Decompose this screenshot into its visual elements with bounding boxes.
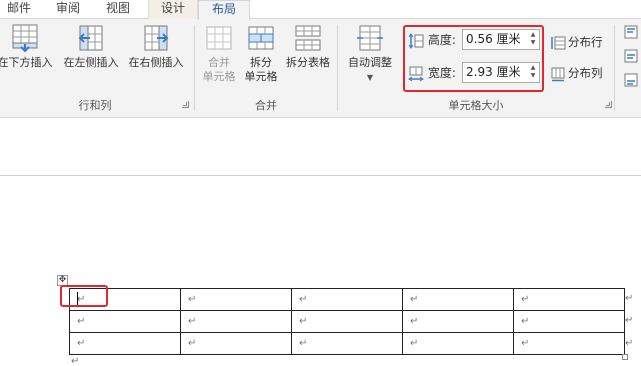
table-cell[interactable]: ↵ <box>513 332 625 355</box>
table-cell[interactable]: ↵ <box>180 332 292 355</box>
text-cursor <box>77 292 78 305</box>
split-cells-icon <box>248 26 274 50</box>
merge-cells-icon <box>206 26 232 50</box>
selected-cell-highlight-box <box>60 285 108 307</box>
table-cell[interactable]: ↵ <box>69 310 181 333</box>
paragraph-mark: ↵ <box>71 356 80 366</box>
table-cell[interactable]: ↵ <box>402 332 514 355</box>
distribute-rows-label: 分布行 <box>568 35 603 49</box>
autofit-label: 自动调整 <box>348 56 392 69</box>
row-end-mark: ↵ <box>625 315 634 326</box>
table-cell[interactable]: ↵ <box>291 288 403 311</box>
insert-left-label: 在左侧插入 <box>63 56 119 69</box>
distribute-cols-button[interactable]: 分布列 <box>550 65 603 82</box>
table-cell[interactable]: ↵ <box>180 288 292 311</box>
distribute-rows-icon <box>551 36 566 49</box>
table-resize-handle[interactable] <box>622 354 628 360</box>
table-cell[interactable]: ↵ <box>513 310 625 333</box>
ribbon-tab-bar: 邮件 审阅 视图 设计 布局 <box>0 0 641 20</box>
tab-review[interactable]: 审阅 <box>48 0 88 19</box>
tab-table-design[interactable]: 设计 <box>148 0 198 19</box>
cell-size-launcher-icon[interactable] <box>605 101 612 108</box>
split-cells-label-1: 拆分 <box>250 56 272 69</box>
row-end-mark: ↵ <box>625 338 634 349</box>
align-middle-icon[interactable] <box>624 49 638 63</box>
insert-right-icon <box>144 25 169 51</box>
merge-cells-button[interactable]: 合并 单元格 <box>198 23 240 84</box>
alignment-group-partial <box>620 23 641 117</box>
table-cell[interactable]: ↵ <box>291 310 403 333</box>
table-cell[interactable]: ↵ <box>291 332 403 355</box>
row-end-mark: ↵ <box>625 293 634 304</box>
distribute-rows-button[interactable]: 分布行 <box>550 34 603 51</box>
merge-cells-label-2: 单元格 <box>202 70 236 83</box>
table-cell[interactable]: ↵ <box>69 332 181 355</box>
split-table-label: 拆分表格 <box>286 56 330 69</box>
ribbon: 在下方插入 在左侧插入 在右侧插入 行和列 合并 单元格 拆分 单元格 拆分表格… <box>0 19 641 118</box>
split-table-icon <box>295 25 321 51</box>
rows-cols-launcher-icon[interactable] <box>182 101 189 108</box>
chevron-down-icon: ▼ <box>366 73 374 82</box>
document-table[interactable]: ↵ ↵ ↵ ↵ ↵ ↵ ↵ ↵ ↵ ↵ ↵ ↵ ↵ ↵ ↵ <box>69 288 625 355</box>
table-cell[interactable]: ↵ <box>513 288 625 311</box>
group-divider <box>614 25 615 111</box>
table-row: ↵ ↵ ↵ ↵ ↵ <box>69 332 625 355</box>
group-label-rows-cols: 行和列 <box>78 99 112 112</box>
table-cell[interactable]: ↵ <box>402 288 514 311</box>
insert-below-label: 在下方插入 <box>0 56 53 69</box>
insert-left-icon <box>78 25 103 51</box>
autofit-button[interactable]: 自动调整 ▼ <box>342 23 398 85</box>
split-table-button[interactable]: 拆分表格 <box>282 23 334 70</box>
table-row: ↵ ↵ ↵ ↵ ↵ <box>69 288 625 311</box>
distribute-columns-icon <box>551 67 565 81</box>
split-cells-button[interactable]: 拆分 单元格 <box>240 23 282 84</box>
tab-mailings[interactable]: 邮件 <box>0 0 38 19</box>
tab-view[interactable]: 视图 <box>98 0 138 19</box>
group-label-merge: 合并 <box>255 99 277 112</box>
distribute-cols-label: 分布列 <box>568 66 603 80</box>
insert-left-button[interactable]: 在左侧插入 <box>60 23 122 70</box>
table-cell[interactable]: ↵ <box>180 310 292 333</box>
group-divider <box>194 25 195 111</box>
insert-below-icon <box>12 24 38 53</box>
insert-right-button[interactable]: 在右侧插入 <box>124 23 188 70</box>
insert-right-label: 在右侧插入 <box>128 56 184 69</box>
group-label-cell-size: 单元格大小 <box>448 99 504 112</box>
table-row: ↵ ↵ ↵ ↵ ↵ <box>69 310 625 333</box>
cell-size-highlight-box <box>403 25 544 92</box>
tab-table-layout[interactable]: 布局 <box>198 0 250 20</box>
split-cells-label-2: 单元格 <box>244 70 278 83</box>
insert-below-button[interactable]: 在下方插入 <box>0 23 56 70</box>
merge-cells-label-1: 合并 <box>208 56 230 69</box>
autofit-icon <box>357 25 383 51</box>
group-divider <box>337 25 338 111</box>
align-bottom-icon[interactable] <box>624 73 638 87</box>
document-top-area <box>0 118 641 176</box>
table-cell[interactable]: ↵ <box>402 310 514 333</box>
align-top-icon[interactable] <box>624 25 638 39</box>
